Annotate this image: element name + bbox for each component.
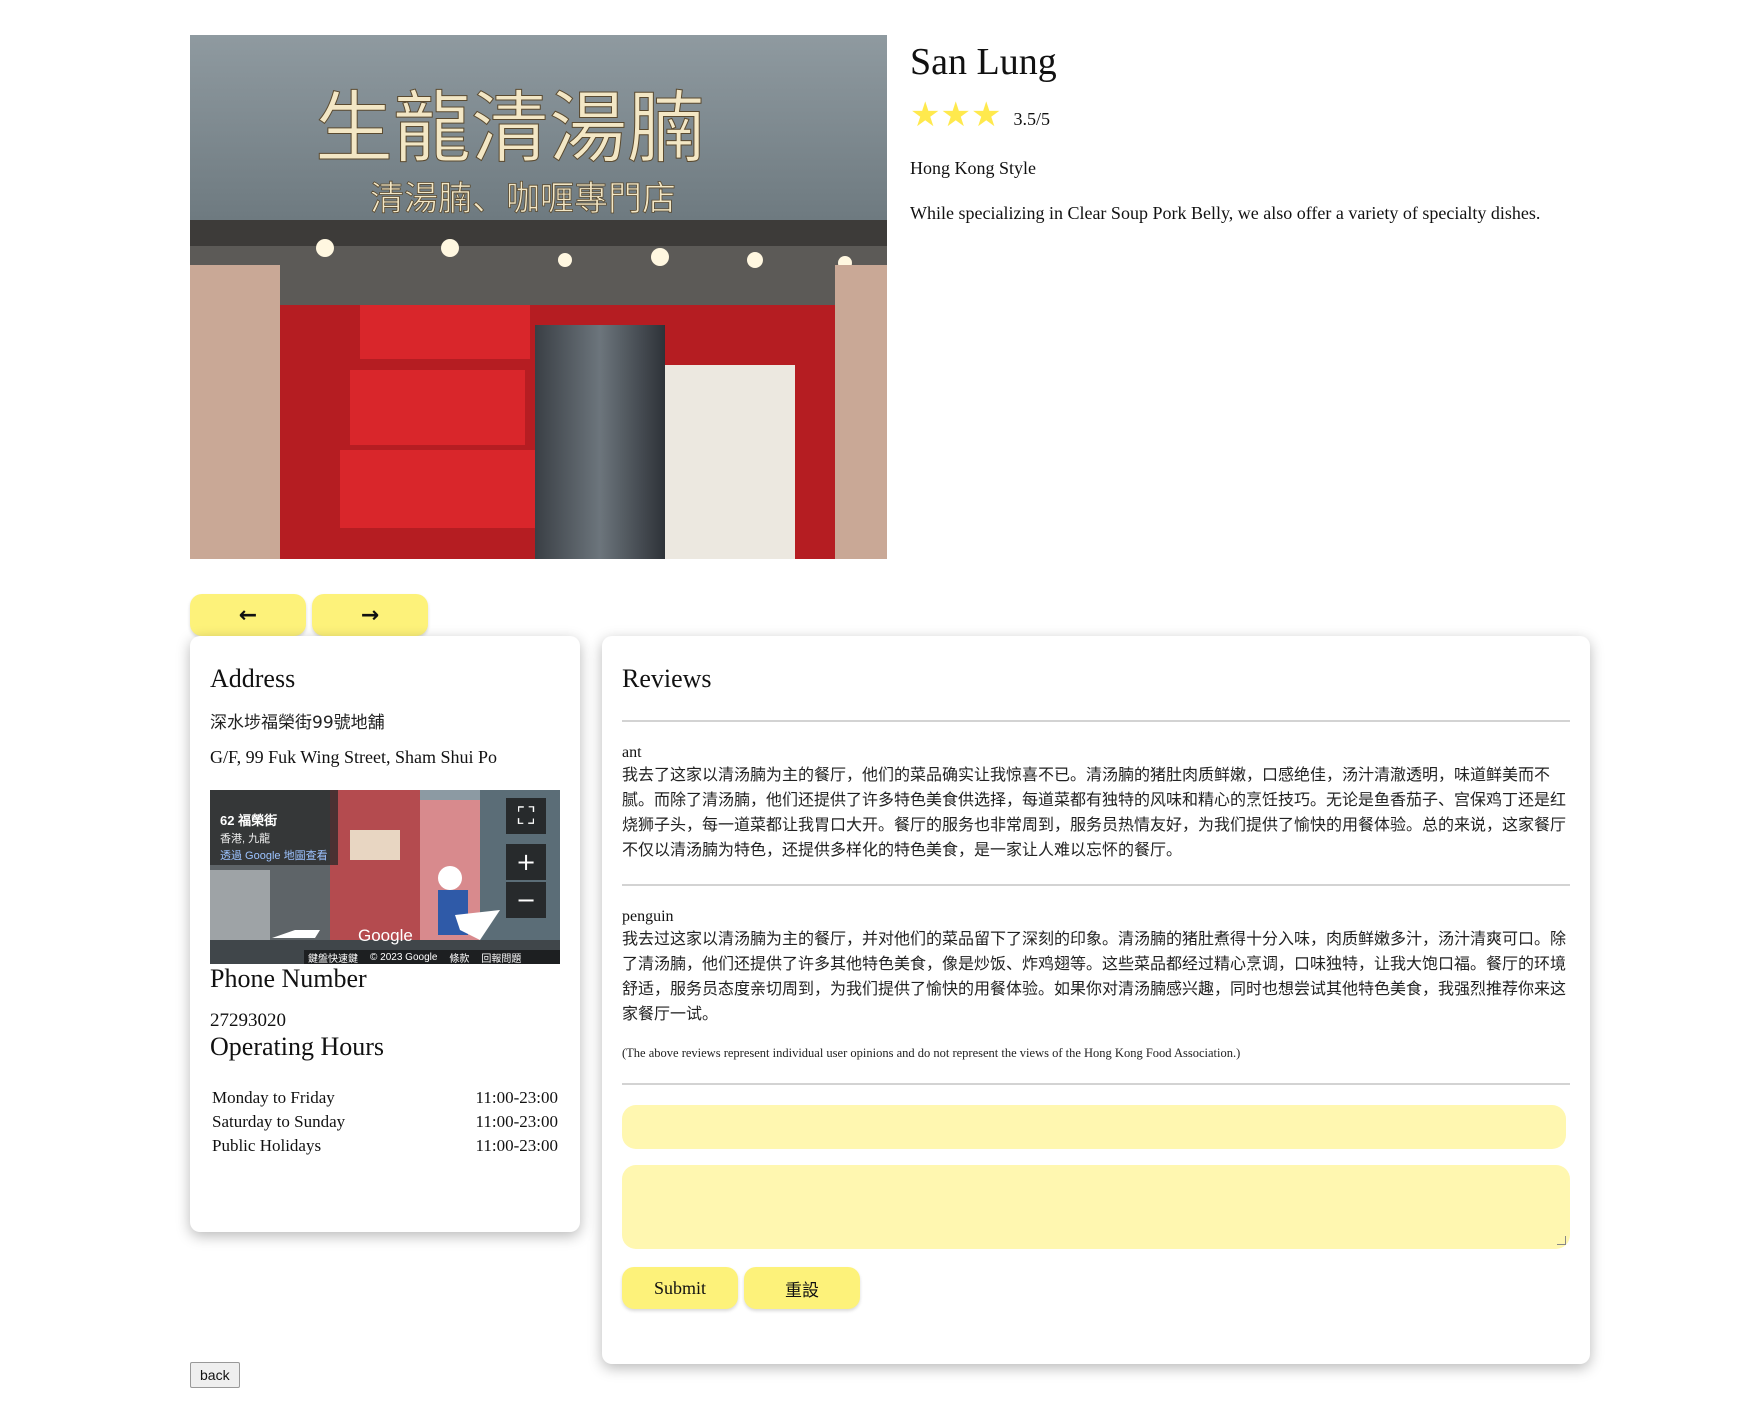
keyboard-shortcuts-link[interactable]: 鍵盤快速鍵 (308, 950, 358, 965)
map-footer: 鍵盤快速鍵 © 2023 Google 條款 回報問題 (304, 950, 560, 964)
zoom-out-icon[interactable]: − (506, 882, 546, 918)
storefront-image: 生龍清湯腩 清湯腩、咖喱專門店 (190, 35, 887, 559)
photo-carousel-controls: ← → (190, 594, 428, 636)
hours-table: Monday to Friday 11:00-23:00 Saturday to… (210, 1086, 560, 1158)
street-view-location: 62 福榮街 (220, 813, 278, 828)
submit-button[interactable]: Submit (622, 1267, 738, 1309)
review-comment-textarea[interactable] (622, 1165, 1570, 1249)
rating-stars-icon: ★★★ (910, 95, 1002, 135)
address-heading: Address (210, 664, 296, 693)
hours-day: Saturday to Sunday (212, 1112, 346, 1131)
address-chinese: 深水埗福榮街99號地舖 (210, 713, 385, 733)
restaurant-photo: 生龍清湯腩 清湯腩、咖喱專門店 (190, 35, 887, 559)
svg-text:生龍清湯腩: 生龍清湯腩 (315, 84, 705, 174)
zoom-in-icon[interactable]: + (506, 844, 546, 880)
google-logo: Google (358, 926, 413, 945)
phone-heading: Phone Number (210, 964, 367, 993)
back-button[interactable]: back (190, 1362, 240, 1388)
arrow-right-icon: → (360, 602, 380, 628)
terms-link[interactable]: 條款 (449, 950, 469, 965)
street-view-region: 香港, 九龍 (220, 833, 271, 845)
prev-photo-button[interactable]: ← (190, 594, 306, 636)
map-copyright: © 2023 Google (370, 951, 438, 963)
restaurant-description: While specializing in Clear Soup Pork Be… (910, 203, 1541, 223)
hours-row: Saturday to Sunday 11:00-23:00 (210, 1110, 560, 1134)
rating-value: 3.5/5 (1013, 108, 1050, 129)
hours-row: Monday to Friday 11:00-23:00 (210, 1086, 560, 1110)
fullscreen-icon[interactable]: ⛶ (506, 798, 546, 834)
review-name-input[interactable] (622, 1105, 1566, 1149)
hours-day: Monday to Friday (212, 1088, 335, 1107)
reviewer-name: penguin (622, 908, 674, 925)
street-view-map[interactable]: 62 福榮街 香港, 九龍 透過 Google 地圖查看 ⛶ + − Googl… (210, 790, 560, 964)
details-card: Address 深水埗福榮街99號地舖 G/F, 99 Fuk Wing Str… (190, 636, 580, 1232)
hours-row: Public Holidays 11:00-23:00 (210, 1134, 560, 1158)
report-problem-link[interactable]: 回報問題 (481, 950, 521, 965)
restaurant-name: San Lung (910, 41, 1057, 83)
restaurant-info: San Lung ★★★ 3.5/5 Hong Kong Style While… (910, 40, 1670, 224)
reviews-disclaimer: (The above reviews represent individual … (622, 1046, 1241, 1060)
hours-time: 11:00-23:00 (475, 1088, 558, 1107)
phone-number: 27293020 (210, 1010, 286, 1031)
divider (622, 884, 1570, 886)
svg-text:清湯腩、咖喱專門店: 清湯腩、咖喱專門店 (370, 179, 676, 219)
reviewer-name: ant (622, 744, 642, 761)
review-item: ant 我去了这家以清汤腩为主的餐厅，他们的菜品确实让我惊喜不已。清汤腩的猪肚肉… (622, 744, 1570, 862)
address-english: G/F, 99 Fuk Wing Street, Sham Shui Po (210, 747, 498, 767)
hours-heading: Operating Hours (210, 1032, 385, 1061)
divider (622, 720, 1570, 722)
review-form-actions: Submit 重設 (622, 1267, 1570, 1309)
hours-time: 11:00-23:00 (475, 1112, 558, 1131)
reviews-card: Reviews ant 我去了这家以清汤腩为主的餐厅，他们的菜品确实让我惊喜不已… (602, 636, 1590, 1364)
arrow-left-icon: ← (238, 602, 258, 628)
hours-day: Public Holidays (212, 1136, 322, 1155)
reviews-heading: Reviews (622, 664, 712, 693)
rating: ★★★ 3.5/5 (910, 98, 1670, 132)
hours-time: 11:00-23:00 (475, 1136, 558, 1155)
review-text: 我去了这家以清汤腩为主的餐厅，他们的菜品确实让我惊喜不已。清汤腩的猪肚肉质鲜嫩，… (622, 765, 1567, 859)
reset-button[interactable]: 重設 (744, 1267, 860, 1309)
cuisine-type: Hong Kong Style (910, 158, 1036, 178)
divider (622, 1083, 1570, 1085)
review-text: 我去过这家以清汤腩为主的餐厅，并对他们的菜品留下了深刻的印象。清汤腩的猪肚煮得十… (622, 929, 1567, 1023)
resize-handle-icon[interactable] (1557, 1236, 1566, 1245)
next-photo-button[interactable]: → (312, 594, 428, 636)
review-item: penguin 我去过这家以清汤腩为主的餐厅，并对他们的菜品留下了深刻的印象。清… (622, 908, 1570, 1026)
view-on-google-maps-link[interactable]: 透過 Google 地圖查看 (220, 847, 328, 863)
